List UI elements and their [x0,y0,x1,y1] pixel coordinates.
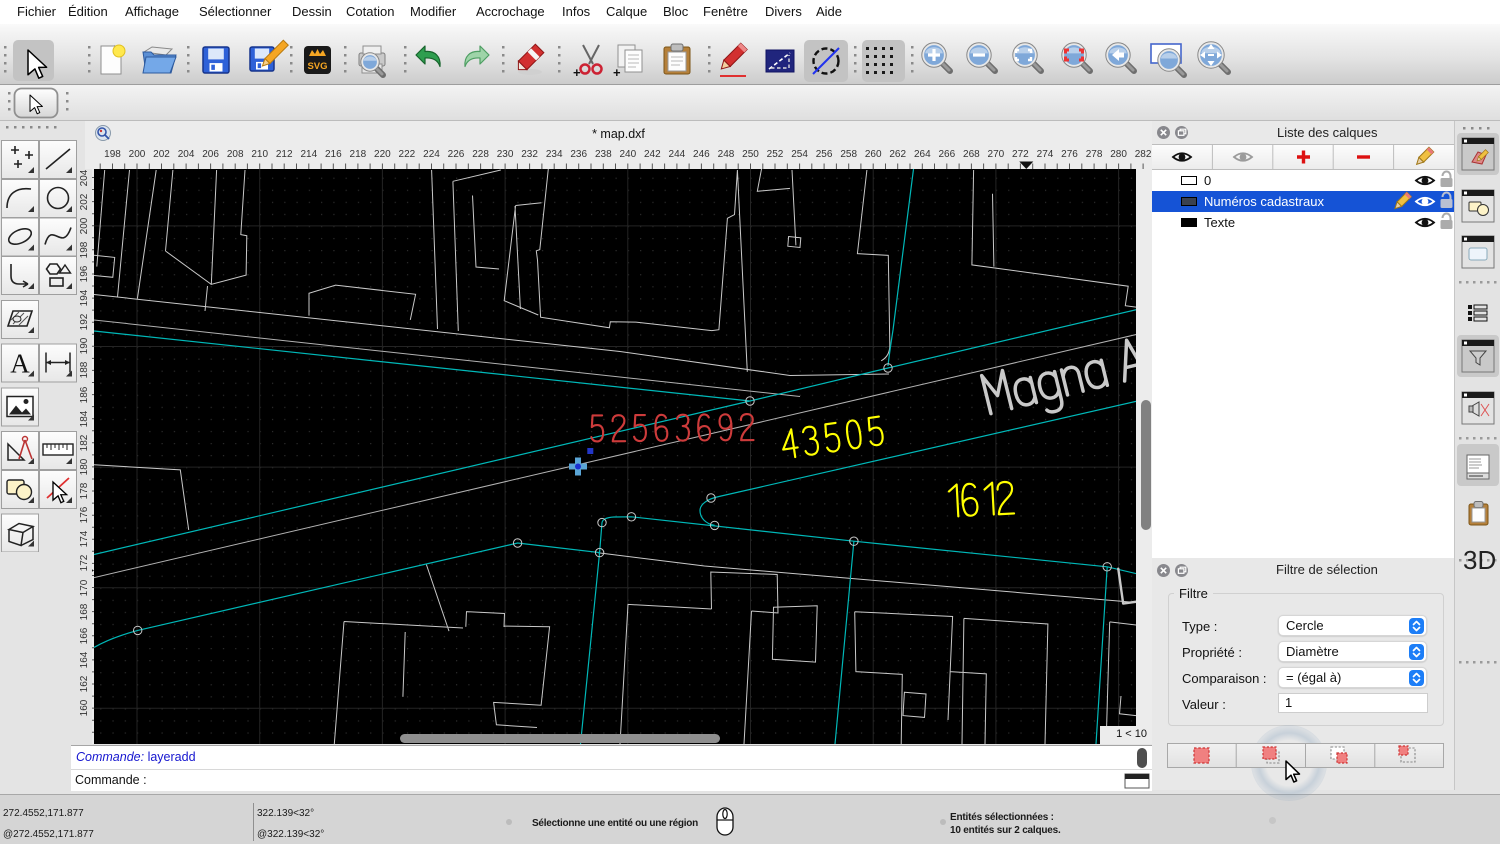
svg-text:A: A [10,349,30,379]
svg-text:SVG: SVG [307,61,327,72]
svg-text:+: + [613,65,621,80]
svg-text:3D: 3D [1463,545,1496,575]
